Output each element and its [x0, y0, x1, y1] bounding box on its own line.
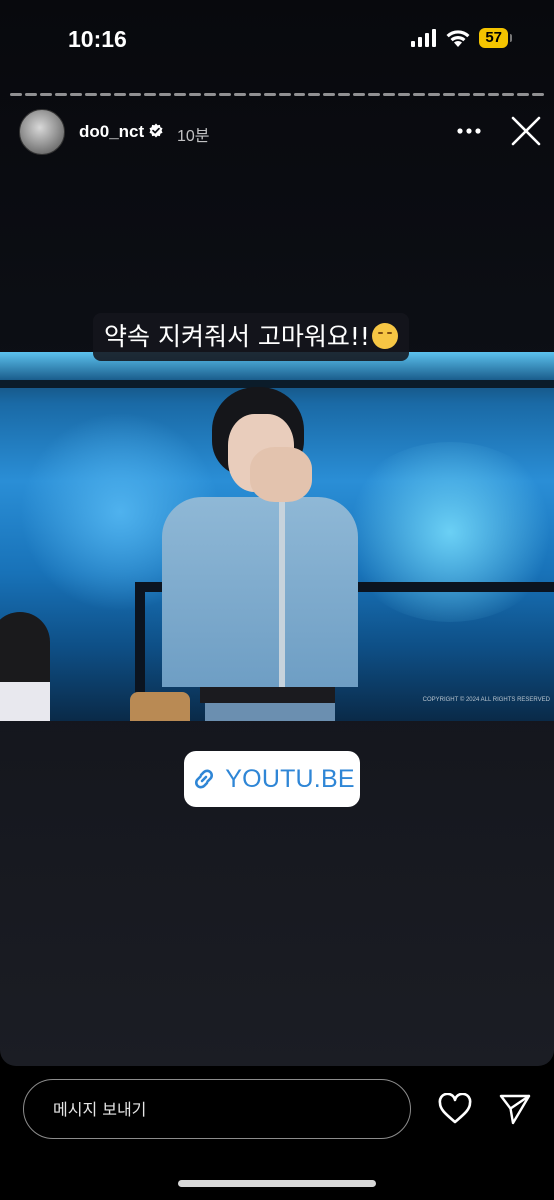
story-progress-bar [10, 93, 545, 96]
story-progress-segment [203, 93, 216, 96]
status-icons: 57 [411, 28, 512, 48]
story-progress-segment [69, 93, 82, 96]
verified-badge-icon [149, 123, 163, 138]
caption-text: 약속 지켜줘서 고마워요!! [104, 322, 370, 351]
story-progress-segment [383, 93, 395, 96]
story-progress-segment [338, 93, 351, 96]
story-progress-segment [114, 93, 127, 96]
story-progress-segment [218, 93, 231, 96]
story-progress-segment [159, 93, 172, 96]
story-progress-segment [39, 93, 52, 96]
heart-icon[interactable] [438, 1093, 472, 1125]
story-progress-segment [263, 93, 276, 96]
home-indicator [178, 1180, 376, 1187]
more-options-icon[interactable] [456, 118, 482, 144]
story-progress-segment [293, 93, 306, 96]
photo-copyright: COPYRIGHT © 2024 ALL RIGHTS RESERVED [422, 697, 550, 703]
story-progress-segment [10, 93, 22, 96]
story-progress-segment [397, 93, 410, 96]
story-progress-segment [144, 93, 157, 96]
avatar[interactable] [19, 109, 65, 155]
story-progress-segment [472, 93, 485, 96]
link-sticker[interactable]: YOUTU.BE [184, 751, 360, 807]
story-photo: COPYRIGHT © 2024 ALL RIGHTS RESERVED [0, 352, 554, 721]
story-progress-segment [457, 93, 470, 96]
story-progress-segment [248, 93, 261, 96]
story-progress-segment [487, 93, 500, 96]
wifi-icon [446, 29, 470, 47]
status-time: 10:16 [68, 26, 127, 52]
story-progress-segment [502, 93, 515, 96]
story-progress-segment [532, 93, 545, 96]
story-progress-segment [54, 93, 67, 96]
smiling-face-emoji-icon [371, 323, 398, 349]
story-progress-segment [323, 93, 336, 96]
story-progress-segment [368, 93, 381, 96]
story-progress-segment [129, 93, 142, 96]
story-progress-segment [84, 93, 97, 96]
message-input[interactable] [23, 1079, 411, 1139]
story-progress-segment [24, 93, 37, 96]
signal-icon [411, 29, 437, 47]
send-icon[interactable] [498, 1092, 532, 1126]
story-progress-segment [99, 93, 112, 96]
post-time: 10분 [177, 128, 210, 145]
story-progress-segment [278, 93, 291, 96]
link-icon [195, 769, 214, 789]
story-progress-segment [353, 93, 366, 96]
story-progress-segment [308, 93, 321, 96]
username[interactable]: do0_nct [79, 122, 144, 142]
story-progress-segment [189, 93, 201, 96]
story-caption: 약속 지켜줘서 고마워요!! [93, 313, 409, 361]
battery-icon: 57 [479, 28, 512, 48]
close-icon[interactable] [510, 115, 542, 147]
story-progress-segment [427, 93, 440, 96]
story-progress-segment [442, 93, 455, 96]
story-progress-segment [233, 93, 246, 96]
link-sticker-label: YOUTU.BE [225, 764, 355, 793]
story-progress-segment [174, 93, 187, 96]
story-progress-segment [412, 93, 425, 96]
story-viewer[interactable]: 10:16 57 do0_nct 10분 COPYRIGHT © 2024 AL… [0, 0, 554, 1066]
story-progress-segment [517, 93, 530, 96]
